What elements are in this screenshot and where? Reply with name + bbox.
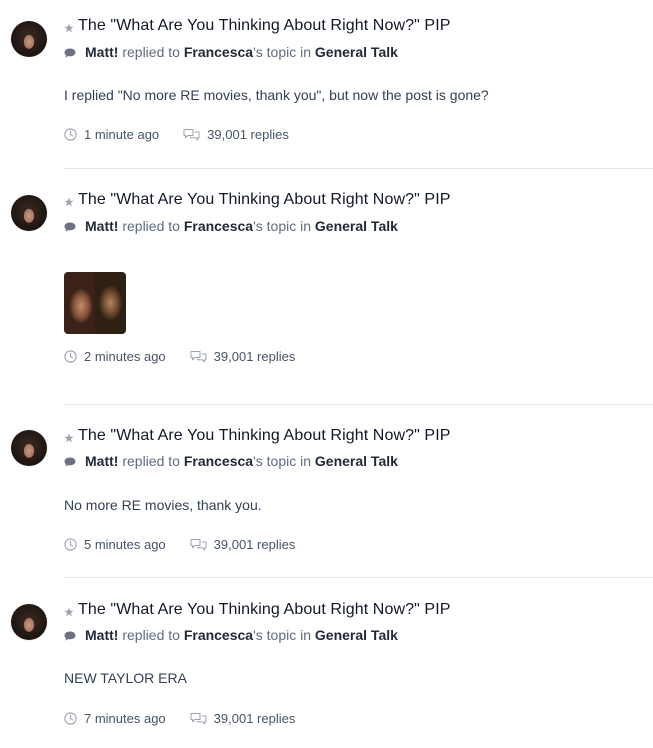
author-link[interactable]: Matt! [85,218,118,234]
post-content: NEW TAYLOR ERA [64,670,187,686]
star-icon [64,607,74,616]
clock-icon [64,712,77,725]
replies-count: 39,001 replies [213,711,296,726]
chat-bubble-icon [64,222,76,232]
post-content: No more RE movies, thank you. [64,497,262,513]
comments-icon [183,129,200,141]
topic-owner-link[interactable]: Francesca [184,218,253,234]
author-link[interactable]: Matt! [85,453,118,469]
topic-suffix-text: 's topic in [253,453,312,469]
star-icon [64,433,74,442]
topic-title-link[interactable]: The "What Are You Thinking About Right N… [78,191,451,209]
action-text: replied to [122,44,180,60]
timestamp-link[interactable]: 5 minutes ago [84,537,166,552]
star-icon [64,23,74,32]
topic-owner-link[interactable]: Francesca [184,453,253,469]
post-content: I replied "No more RE movies, thank you"… [64,87,489,103]
clock-icon [64,128,77,141]
chat-bubble-icon [64,457,76,467]
clock-icon [64,350,77,363]
star-icon [64,197,74,206]
avatar[interactable] [11,195,47,231]
replies-count: 39,001 replies [213,349,296,364]
avatar[interactable] [11,604,47,640]
author-link[interactable]: Matt! [85,44,118,60]
author-link[interactable]: Matt! [85,627,118,643]
thumbnail-face-right [95,272,126,334]
comments-icon [190,351,207,363]
comments-icon [190,539,207,551]
comments-icon [190,713,207,725]
topic-suffix-text: 's topic in [253,44,312,60]
replies-count: 39,001 replies [207,127,289,142]
chat-bubble-icon [64,48,76,58]
action-text: replied to [122,218,180,234]
replies-count: 39,001 replies [213,537,296,552]
chat-bubble-icon [64,631,76,641]
forum-link[interactable]: General Talk [315,453,398,469]
forum-link[interactable]: General Talk [315,218,398,234]
avatar[interactable] [11,21,47,57]
clock-icon [64,538,77,551]
divider [64,577,653,578]
topic-owner-link[interactable]: Francesca [184,44,253,60]
topic-suffix-text: 's topic in [253,627,312,643]
thumbnail-face-left [64,272,95,334]
action-text: replied to [122,453,180,469]
divider [64,168,653,169]
topic-title-link[interactable]: The "What Are You Thinking About Right N… [78,427,451,445]
forum-link[interactable]: General Talk [315,627,398,643]
forum-link[interactable]: General Talk [315,44,398,60]
action-text: replied to [122,627,180,643]
timestamp-link[interactable]: 7 minutes ago [84,711,166,726]
topic-suffix-text: 's topic in [253,218,312,234]
topic-owner-link[interactable]: Francesca [184,627,253,643]
timestamp-link[interactable]: 2 minutes ago [84,349,166,364]
divider [64,404,653,405]
timestamp-link[interactable]: 1 minute ago [84,127,159,142]
topic-title-link[interactable]: The "What Are You Thinking About Right N… [78,601,451,619]
image-thumbnail[interactable] [64,272,126,334]
avatar[interactable] [11,430,47,466]
topic-title-link[interactable]: The "What Are You Thinking About Right N… [78,17,451,35]
